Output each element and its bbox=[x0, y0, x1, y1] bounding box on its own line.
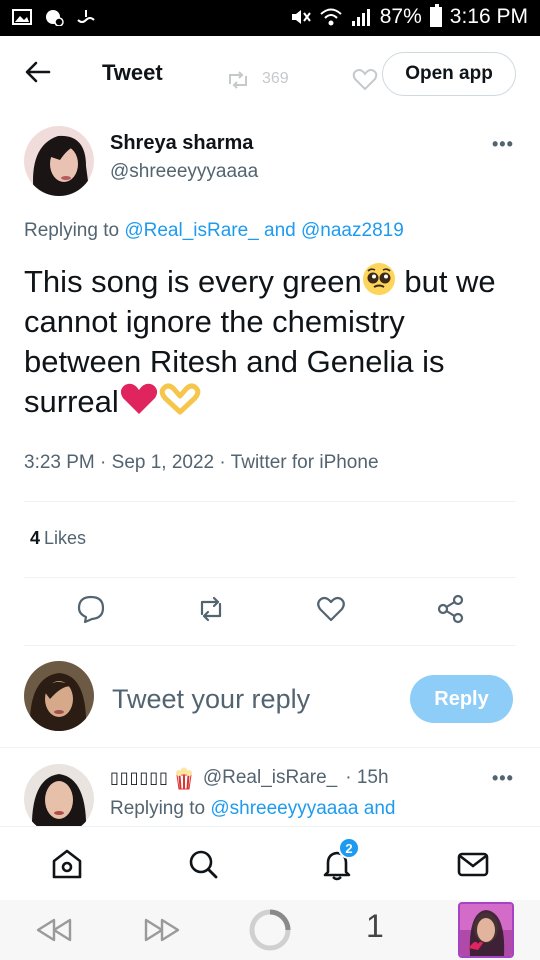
share-icon[interactable] bbox=[436, 594, 466, 624]
status-bar: 87% 3:16 PM bbox=[0, 0, 540, 36]
tab-thumbnail[interactable] bbox=[458, 902, 514, 958]
reply-replying-prefix: Replying to bbox=[110, 798, 206, 819]
reply-author-line[interactable]: ▯▯▯▯▯▯ @Real_isRare_ · 15h bbox=[110, 766, 389, 790]
wifi-icon bbox=[320, 8, 342, 26]
reply-more-options-icon[interactable]: ••• bbox=[492, 768, 514, 789]
mute-icon bbox=[291, 10, 311, 24]
author-name[interactable]: Shreya sharma bbox=[110, 132, 253, 155]
more-options-icon[interactable]: ••• bbox=[492, 134, 514, 155]
replying-to-prefix: Replying to bbox=[24, 220, 120, 241]
tweet-text-part1: This song is every green bbox=[24, 264, 362, 299]
bottom-nav: 2 bbox=[0, 826, 540, 900]
messages-icon[interactable] bbox=[456, 847, 490, 881]
page-title: Tweet bbox=[102, 60, 163, 85]
likes-label: Likes bbox=[44, 528, 87, 548]
tweet-timestamp: 3:23 PM · Sep 1, 2022 · Twitter for iPho… bbox=[24, 452, 379, 473]
reply-replying-join: and bbox=[363, 798, 396, 819]
divider bbox=[24, 645, 516, 646]
likes-count: 4 bbox=[30, 528, 41, 548]
signal-icon bbox=[351, 9, 370, 26]
open-app-button[interactable]: Open app bbox=[382, 52, 516, 96]
reply-mention-1[interactable]: @Real_isRare_ bbox=[124, 220, 258, 241]
background-heart-icon bbox=[352, 69, 378, 91]
background-retweet-icon bbox=[229, 71, 247, 89]
reply-replying-to: Replying to @shreeeyyyaaaa and bbox=[110, 798, 395, 820]
settings-notification-icon bbox=[46, 10, 64, 26]
battery-icon bbox=[429, 4, 442, 27]
reply-button[interactable]: Reply bbox=[410, 675, 513, 723]
home-icon[interactable] bbox=[50, 847, 84, 881]
reply-input[interactable]: Tweet your reply bbox=[112, 684, 310, 715]
popcorn-emoji-icon bbox=[175, 767, 192, 790]
likes-stat[interactable]: 4 Likes bbox=[30, 528, 86, 549]
like-icon[interactable] bbox=[316, 594, 346, 624]
search-icon[interactable] bbox=[186, 847, 220, 881]
tweet-actions bbox=[0, 594, 540, 630]
reply-author-handle[interactable]: @Real_isRare_ bbox=[203, 767, 337, 789]
current-user-avatar bbox=[24, 661, 94, 731]
browser-forward-icon[interactable] bbox=[142, 916, 182, 944]
hotspot-notification-icon bbox=[77, 10, 95, 23]
red-heart-emoji-icon bbox=[120, 383, 157, 414]
reply-time: · 15h bbox=[345, 767, 389, 788]
background-retweet-count: 369 bbox=[262, 70, 289, 87]
pleading-face-emoji-icon bbox=[362, 263, 395, 295]
tab-count[interactable]: 1 bbox=[366, 908, 384, 945]
divider bbox=[24, 501, 516, 502]
loading-spinner-icon[interactable] bbox=[248, 908, 292, 952]
notification-badge: 2 bbox=[338, 837, 360, 859]
tweet-text: This song is every green but we cannot i… bbox=[24, 262, 514, 422]
browser-back-icon[interactable] bbox=[34, 916, 74, 944]
clock: 3:16 PM bbox=[449, 5, 528, 28]
battery-percent: 87% bbox=[379, 5, 422, 28]
retweet-icon[interactable] bbox=[196, 594, 226, 624]
author-avatar[interactable] bbox=[24, 126, 94, 196]
reply-author-avatar[interactable] bbox=[24, 764, 94, 834]
reply-mention-2[interactable]: @naaz2819 bbox=[301, 220, 404, 241]
back-arrow-icon[interactable] bbox=[24, 58, 52, 86]
reply-icon[interactable] bbox=[76, 594, 106, 624]
header: Tweet 369 Open app bbox=[0, 36, 540, 112]
reply-author-name[interactable]: ▯▯▯▯▯▯ bbox=[110, 768, 169, 788]
replying-to-line: Replying to @Real_isRare_ and @naaz2819 bbox=[24, 220, 404, 242]
divider bbox=[24, 577, 516, 578]
heart-hands-emoji-icon bbox=[159, 383, 201, 415]
author-handle[interactable]: @shreeeyyyaaaa bbox=[110, 161, 258, 183]
divider bbox=[0, 747, 540, 748]
image-notification-icon bbox=[12, 9, 32, 25]
reply-mention-join: and bbox=[264, 220, 296, 241]
reply-replying-mention[interactable]: @shreeeyyyaaaa bbox=[210, 798, 358, 819]
